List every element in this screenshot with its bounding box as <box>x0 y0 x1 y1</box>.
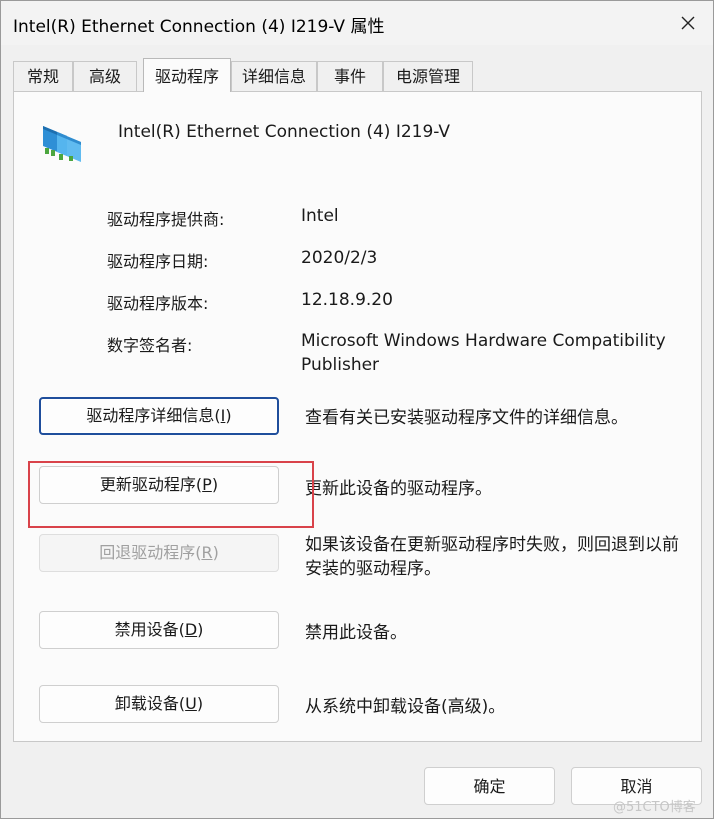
update-driver-accesskey: P <box>202 475 212 494</box>
driver-panel: Intel(R) Ethernet Connection (4) I219-V … <box>13 91 702 742</box>
rollback-driver-button: 回退驱动程序(R) <box>39 534 279 572</box>
driver-details-label-end: ) <box>225 406 232 425</box>
watermark: @51CTO博客 <box>613 800 696 815</box>
uninstall-device-description: 从系统中卸载设备(高级)。 <box>305 697 506 717</box>
uninstall-device-button[interactable]: 卸载设备(U) <box>39 685 279 723</box>
provider-value: Intel <box>301 206 339 226</box>
date-label: 驱动程序日期: <box>107 252 209 271</box>
driver-details-label: 驱动程序详细信息( <box>86 406 221 425</box>
version-label: 驱动程序版本: <box>107 294 209 313</box>
update-driver-button[interactable]: 更新驱动程序(P) <box>39 466 279 504</box>
tab-details[interactable]: 详细信息 <box>231 61 317 91</box>
disable-device-label: 禁用设备( <box>114 620 185 639</box>
tab-power-management[interactable]: 电源管理 <box>383 61 473 91</box>
update-driver-label-end: ) <box>211 475 219 494</box>
network-adapter-icon <box>39 122 87 162</box>
rollback-driver-label: 回退驱动程序( <box>99 543 202 562</box>
driver-details-description: 查看有关已安装驱动程序文件的详细信息。 <box>305 408 628 428</box>
disable-device-button[interactable]: 禁用设备(D) <box>39 611 279 649</box>
tab-general[interactable]: 常规 <box>13 61 73 91</box>
uninstall-device-accesskey: U <box>185 694 197 713</box>
update-driver-label: 更新驱动程序( <box>99 475 203 494</box>
disable-device-label-end: ) <box>197 620 204 639</box>
uninstall-device-label-end: ) <box>196 694 204 713</box>
date-value: 2020/2/3 <box>301 248 378 268</box>
signer-value: Microsoft Windows Hardware Compatibility… <box>301 331 666 375</box>
properties-dialog: Intel(R) Ethernet Connection (4) I219-V … <box>0 0 714 819</box>
window-title: Intel(R) Ethernet Connection (4) I219-V … <box>13 17 385 37</box>
version-value: 12.18.9.20 <box>301 290 393 310</box>
close-icon[interactable] <box>674 9 702 37</box>
update-driver-description: 更新此设备的驱动程序。 <box>305 479 492 499</box>
tab-events[interactable]: 事件 <box>317 61 383 91</box>
rollback-driver-description: 如果该设备在更新驱动程序时失败，则回退到以前安装的驱动程序。 <box>305 535 679 579</box>
title-bar: Intel(R) Ethernet Connection (4) I219-V … <box>1 1 713 45</box>
ok-button[interactable]: 确定 <box>424 767 555 805</box>
driver-details-button[interactable]: 驱动程序详细信息(I) <box>39 397 279 435</box>
signer-label: 数字签名者: <box>107 336 193 355</box>
uninstall-device-label: 卸载设备( <box>114 694 186 713</box>
tab-driver[interactable]: 驱动程序 <box>143 58 231 92</box>
disable-device-description: 禁用此设备。 <box>305 623 407 643</box>
provider-label: 驱动程序提供商: <box>107 210 225 229</box>
rollback-driver-label-end: ) <box>212 543 219 562</box>
disable-device-accesskey: D <box>184 620 198 639</box>
device-name: Intel(R) Ethernet Connection (4) I219-V <box>118 122 451 142</box>
tab-advanced[interactable]: 高级 <box>73 61 137 91</box>
rollback-driver-accesskey: R <box>201 543 213 562</box>
